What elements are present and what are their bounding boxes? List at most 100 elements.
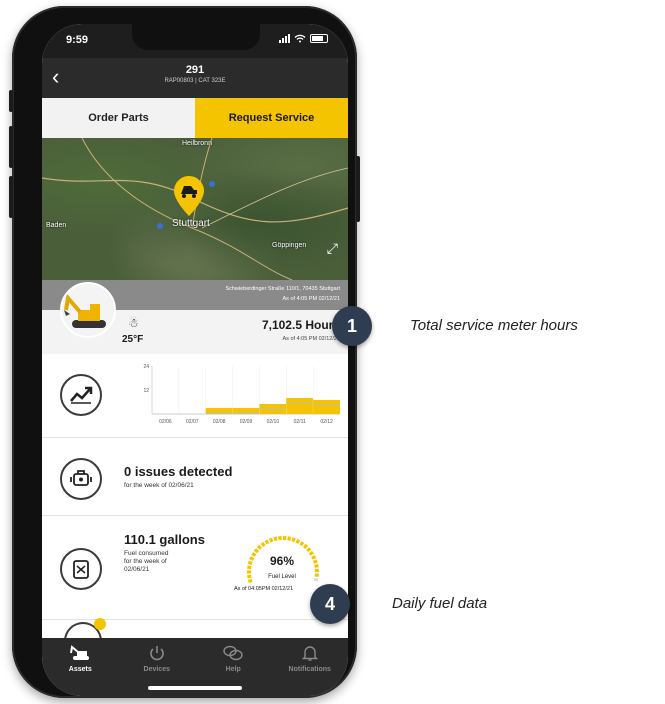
chart-bar-divider: [313, 404, 340, 405]
power-button: [356, 156, 360, 222]
fuel-level-as-of: As of 04:05PM 02/12/21: [234, 586, 294, 592]
map-label-baden: Baden: [46, 222, 67, 229]
asset-header: ‹ 291 RAP00803 | CAT 323E: [42, 58, 348, 98]
expand-map-icon[interactable]: ⤢: [327, 240, 338, 257]
notch: [132, 24, 260, 50]
fuel-level-label: Fuel Level: [268, 574, 296, 580]
gauge-segment: [247, 560, 253, 565]
fuel-can-icon: [60, 548, 102, 590]
callout-text-4: Daily fuel data: [392, 595, 488, 612]
chart-x-tick-label: 02/06: [159, 419, 172, 425]
gauge-segment: [295, 538, 301, 544]
fuel-level-percent: 96%: [269, 554, 295, 568]
gauge-segment: [256, 544, 263, 550]
chart-bar-divider: [205, 412, 233, 413]
asset-number: 291: [185, 64, 205, 76]
fuel-card[interactable]: 110.1 gallons Fuel consumed for the week…: [42, 520, 348, 620]
engine-icon: [60, 458, 102, 500]
issues-title: 0 issues detected: [124, 464, 233, 479]
trend-icon: [60, 374, 102, 416]
chart-x-tick-label: 02/12: [320, 419, 333, 425]
nav-assets-label: Assets: [68, 666, 92, 673]
request-service-button[interactable]: Request Service: [195, 98, 348, 138]
gauge-segment: [253, 548, 260, 554]
map-label-goppingen: Göppingen: [272, 242, 307, 249]
chart-bar-divider: [259, 408, 287, 409]
asset-subtitle: RAP00803 | CAT 323E: [164, 78, 226, 84]
hours-as-of: As of 4:05 PM 02/12/21: [282, 336, 340, 342]
chart-bar: [205, 408, 233, 414]
gauge-segment: [291, 537, 296, 543]
power-icon: [146, 644, 168, 662]
wifi-icon: [294, 34, 306, 43]
order-parts-button[interactable]: Order Parts: [42, 98, 195, 138]
volume-up-button: [9, 126, 13, 168]
map-pin-icon[interactable]: [174, 176, 204, 216]
gauge-segment: [312, 559, 318, 564]
temperature: 25°F: [122, 334, 144, 345]
nav-help-label: Help: [225, 666, 241, 673]
usage-chart: 24 12 02/06 02/07 02/08 02/09 02/10 02/11 02/12: [143, 364, 340, 425]
notification-badge: [94, 618, 106, 630]
chart-bar-divider: [232, 412, 260, 413]
map-city-label: Stuttgart: [172, 218, 210, 229]
fuel-subtitle-2: for the week of: [124, 558, 167, 565]
gauge-segment: [311, 554, 317, 560]
chart-x-tick-label: 02/11: [294, 419, 306, 425]
back-button[interactable]: ‹: [52, 66, 59, 88]
nav-devices-label: Devices: [143, 666, 170, 673]
equipment-photo: [60, 282, 116, 338]
gauge-segment: [287, 536, 292, 541]
usage-chart-card[interactable]: 24 12 02/06 02/07 02/08 02/09 02/10 02/11 02/12: [42, 358, 348, 438]
fuel-subtitle-3: 02/06/21: [124, 566, 150, 573]
gauge-segment: [314, 563, 319, 568]
gauge-segment: [273, 536, 278, 542]
status-icons: [279, 34, 328, 43]
chart-x-tick-label: 02/10: [267, 419, 280, 425]
home-indicator: [148, 686, 242, 690]
bottom-nav: Assets Devices Help Notifications: [42, 638, 348, 696]
gauge-segment: [302, 543, 308, 549]
service-meter-hours: 7,102.5 Hours: [261, 318, 340, 332]
gauge-segment: [306, 547, 312, 553]
signal-icon: [279, 34, 290, 43]
status-time: 9:59: [66, 34, 89, 46]
gauge-segment: [264, 539, 270, 545]
fuel-subtitle-1: Fuel consumed: [124, 550, 169, 557]
callout-badge-4: 4: [310, 584, 350, 624]
chat-bubbles-icon: [222, 644, 244, 662]
chart-bar: [286, 398, 314, 414]
gauge-segment: [268, 537, 274, 543]
map-label-heilbronn: Heilbronn: [182, 140, 212, 147]
chart-x-tick-label: 02/09: [240, 419, 253, 425]
chart-x-tick-label: 02/08: [213, 419, 226, 425]
weather-snow-icon: ☃: [128, 316, 139, 330]
chart-y-tick-label: 24: [143, 364, 149, 370]
action-row: Order Parts Request Service: [42, 98, 348, 138]
volume-down-button: [9, 176, 13, 218]
fuel-title: 110.1 gallons: [124, 532, 205, 547]
callout-text-1: Total service meter hours: [410, 317, 578, 334]
nav-notifications[interactable]: Notifications: [272, 644, 349, 696]
mute-switch: [9, 90, 13, 112]
chart-bar: [232, 408, 260, 414]
chart-y-tick-label: 12: [143, 388, 149, 394]
phone-frame: 9:59 ‹ 291 RAP00803 | CAT 323E Order Par…: [9, 6, 360, 698]
gauge-segment: [247, 578, 253, 584]
excavator-icon: [69, 644, 91, 662]
bell-icon: [299, 644, 321, 662]
location-map[interactable]: Heilbronn Baden Göppingen Stuttgart ⤢: [42, 138, 348, 280]
nav-assets[interactable]: Assets: [42, 644, 119, 696]
gauge-segment: [313, 577, 319, 582]
chart-bar-divider: [286, 402, 314, 403]
app-screen: 9:59 ‹ 291 RAP00803 | CAT 323E Order Par…: [42, 24, 348, 696]
gauge-segment: [299, 541, 305, 547]
issues-card[interactable]: 0 issues detected for the week of 02/06/…: [42, 442, 348, 516]
gauge-segment: [260, 541, 266, 547]
nav-notifications-label: Notifications: [288, 666, 331, 673]
battery-icon: [310, 34, 328, 43]
chart-x-tick-label: 02/07: [186, 419, 199, 425]
chart-bar: [313, 400, 340, 414]
issues-subtitle: for the week of 02/06/21: [124, 482, 194, 489]
callout-badge-1: 1: [332, 306, 372, 346]
